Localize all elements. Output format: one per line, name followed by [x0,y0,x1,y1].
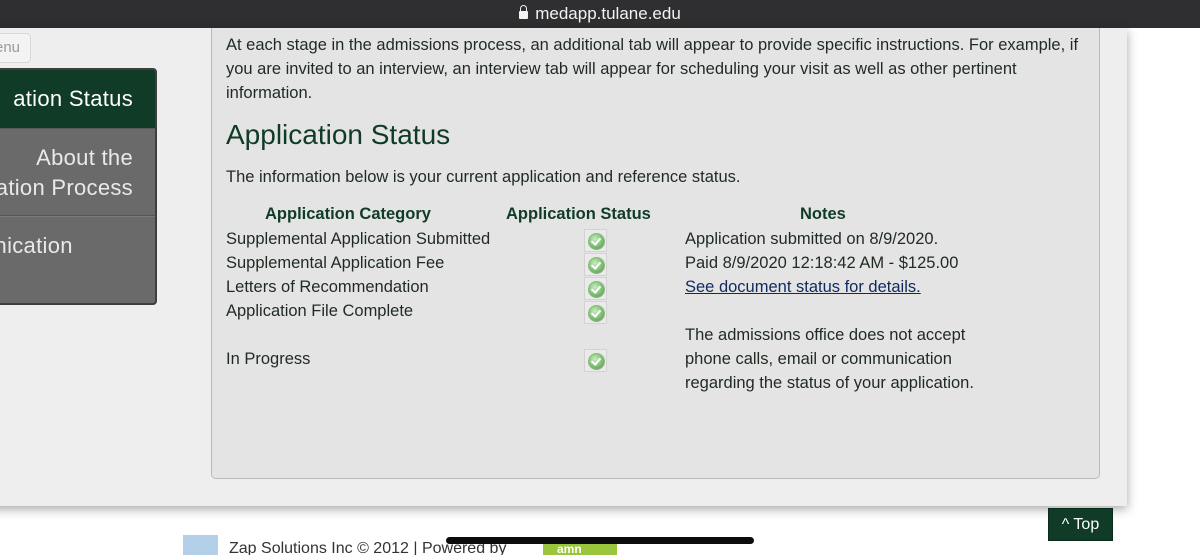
intro-text: At each stage in the admissions process,… [226,36,1079,102]
table-row-note: Paid 8/9/2020 12:18:42 AM - $125.00 [685,254,959,272]
sidebar-item-label: ation Status [13,86,133,111]
sidebar-item-label: unication [0,233,73,258]
table-row-category: Supplemental Application Submitted [226,230,491,248]
sidebar-item-application-status[interactable]: ation Status [0,70,155,128]
header-notes: Notes [800,205,846,223]
notice-line: regarding the status of your application… [685,374,974,392]
address-bar[interactable]: medapp.tulane.edu [0,0,1200,28]
notice-line: The admissions office does not accept [685,326,966,344]
header-application-category: Application Category [265,205,431,223]
document-status-link[interactable]: See document status for details. [685,278,921,297]
check-icon [584,277,607,300]
table-row-category: In Progress [226,350,311,368]
table-row-category: Supplemental Application Fee [226,254,445,272]
check-icon [584,229,607,252]
page-title: Application Status [226,119,451,150]
sidebar-item-label: About the [36,145,133,170]
sidebar-item-label: ation Process [0,175,133,200]
check-icon [584,301,607,324]
back-to-top-button[interactable]: ^ Top [1048,508,1113,541]
table-row-category: Application File Complete [226,302,414,320]
header-application-status: Application Status [506,205,651,223]
check-icon [584,349,607,372]
check-icon [584,253,607,276]
home-indicator [446,537,754,544]
table-row-note: Application submitted on 8/9/2020. [685,230,939,248]
menu-tab-label: enu [0,39,21,56]
status-description: The information below is your current ap… [226,168,741,186]
sidebar-item-about-process[interactable]: About the ation Process [0,128,155,216]
table-row-category: Letters of Recommendation [226,278,429,296]
sidebar: ation Status About the ation Process uni… [0,68,157,305]
sidebar-item-communication[interactable]: unication [0,216,155,276]
url-text: medapp.tulane.edu [535,4,681,23]
company-logo [183,535,218,555]
menu-tab[interactable]: enu [0,33,31,63]
lock-icon [519,5,529,19]
notice-line: phone calls, email or communication [685,350,952,368]
